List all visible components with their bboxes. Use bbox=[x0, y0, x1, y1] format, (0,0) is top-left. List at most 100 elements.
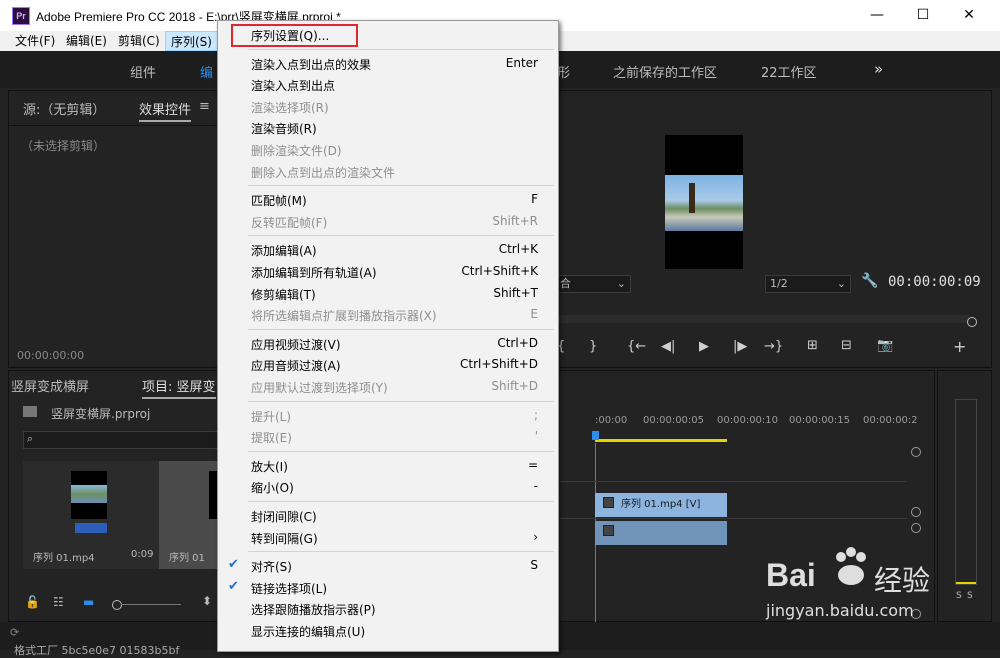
workspace-tab-22[interactable]: 22工作区 bbox=[761, 62, 817, 81]
step-back-button[interactable]: ◀| bbox=[661, 339, 675, 354]
fit-dropdown[interactable]: 合 ⌄ bbox=[557, 275, 631, 293]
camera-icon[interactable]: 📷 bbox=[877, 338, 893, 353]
sequence-menu-item[interactable]: 应用视频过渡(V) Ctrl+D bbox=[218, 333, 558, 354]
zoom-slider-track[interactable] bbox=[121, 604, 181, 605]
wrench-icon[interactable]: 🔧 bbox=[861, 273, 878, 289]
step-forward-button[interactable]: |▶ bbox=[733, 339, 747, 354]
highlight-box bbox=[231, 24, 358, 47]
add-button[interactable]: + bbox=[953, 337, 966, 356]
search-input[interactable]: ⌕ bbox=[23, 431, 221, 449]
menu-clip[interactable]: 剪辑(C) bbox=[113, 31, 165, 51]
tab-effect-controls[interactable]: 效果控件 bbox=[139, 99, 192, 122]
sequence-menu-item[interactable]: 添加编辑(A) Ctrl+K bbox=[218, 239, 558, 260]
menu-item-label: 缩小(O) bbox=[251, 481, 294, 496]
tab-source[interactable]: 源:（无剪辑） bbox=[23, 99, 105, 118]
pagoda-shape bbox=[689, 183, 695, 213]
resolution-label: 1/2 bbox=[770, 277, 788, 290]
sequence-menu-item[interactable]: 转到间隔(G) › bbox=[218, 527, 558, 548]
sequence-menu-item[interactable]: 删除入点到出点的渲染文件 bbox=[218, 161, 558, 182]
solo-button-right[interactable]: S bbox=[967, 591, 973, 601]
menu-item-label: 选择跟随播放指示器(P) bbox=[251, 603, 376, 618]
workspace-tab-assembly[interactable]: 组件 bbox=[130, 62, 156, 81]
clip-preview bbox=[71, 471, 107, 519]
lift-icon[interactable]: ⊞ bbox=[807, 338, 818, 353]
maximize-button[interactable]: ☐ bbox=[900, 0, 946, 31]
ruler-tick: 00:00:00:2 bbox=[863, 415, 918, 426]
tab-left[interactable]: 竖屏变成横屏 bbox=[11, 376, 89, 395]
sequence-menu-item[interactable]: 应用音频过渡(A) Ctrl+Shift+D bbox=[218, 354, 558, 375]
sequence-menu-item[interactable]: 应用默认过渡到选择项(Y) Shift+D bbox=[218, 376, 558, 397]
go-to-out-button[interactable]: →} bbox=[764, 339, 783, 354]
checkmark-icon: ✔ bbox=[228, 578, 239, 594]
menu-item-label: 应用音频过渡(A) bbox=[251, 359, 341, 374]
sequence-menu-item[interactable]: 提取(E) ' bbox=[218, 426, 558, 447]
video-frame bbox=[665, 135, 743, 269]
menu-edit[interactable]: 编辑(E) bbox=[61, 31, 112, 51]
menu-separator bbox=[248, 328, 554, 330]
sequence-menu-item[interactable]: 反转匹配帧(F) Shift+R bbox=[218, 211, 558, 232]
tab-project[interactable]: 项目: 竖屏变 bbox=[142, 376, 216, 399]
resolution-dropdown[interactable]: 1/2 ⌄ bbox=[765, 275, 851, 293]
lock-icon[interactable]: 🔓 bbox=[25, 595, 40, 609]
close-button[interactable]: ✕ bbox=[946, 0, 992, 31]
clip-thumbnail-2[interactable]: 序列 01 bbox=[159, 461, 219, 569]
audio-clip[interactable] bbox=[595, 521, 727, 545]
premiere-logo-icon: Pr bbox=[12, 7, 30, 25]
icon-view-icon[interactable]: ▬ bbox=[83, 595, 94, 609]
fx-badge-icon bbox=[603, 525, 614, 536]
sequence-menu-item[interactable]: 提升(L); bbox=[218, 405, 558, 426]
sequence-menu-item[interactable]: 渲染音频(R) bbox=[218, 117, 558, 138]
playhead-handle[interactable] bbox=[592, 431, 599, 440]
sequence-menu-item[interactable]: 放大(I) = bbox=[218, 455, 558, 476]
menu-item-shortcut: Shift+R bbox=[492, 213, 538, 228]
menu-item-label: 转到间隔(G) bbox=[251, 531, 318, 546]
scroll-handle[interactable] bbox=[911, 447, 921, 457]
menu-item-label: 对齐(S) bbox=[251, 560, 292, 575]
zoom-slider-handle[interactable] bbox=[112, 600, 122, 610]
sort-icon[interactable]: ⬍ bbox=[202, 594, 212, 608]
sequence-menu-item[interactable]: 添加编辑到所有轨道(A) Ctrl+Shift+K bbox=[218, 261, 558, 282]
play-button[interactable]: ▶ bbox=[699, 339, 709, 354]
sequence-menu-item[interactable]: 显示连接的编辑点(U) bbox=[218, 620, 558, 641]
go-to-in-button[interactable]: {← bbox=[627, 339, 646, 354]
watermark-cn: 经验 bbox=[874, 564, 931, 597]
scroll-handle[interactable] bbox=[911, 523, 921, 533]
clip-thumbnail-1[interactable]: 序列 01.mp4 0:09 bbox=[23, 461, 159, 569]
ruler-tick: :00:00 bbox=[595, 415, 628, 426]
clip-duration: 0:09 bbox=[131, 549, 154, 560]
sequence-menu-item[interactable]: 选择跟随播放指示器(P) bbox=[218, 598, 558, 619]
zoom-handle[interactable] bbox=[967, 317, 977, 327]
menu-item-shortcut: ' bbox=[534, 429, 538, 444]
solo-button-left[interactable]: S bbox=[956, 591, 962, 601]
sequence-menu-item[interactable]: 渲染选择项(R) bbox=[218, 96, 558, 117]
sequence-menu-item[interactable]: 将所选编辑点扩展到播放指示器(X) E bbox=[218, 304, 558, 325]
panel-menu-icon[interactable]: ≡ bbox=[199, 99, 210, 114]
ruler-tick: 00:00:00:10 bbox=[717, 415, 779, 426]
menu-item-label: 删除入点到出点的渲染文件 bbox=[251, 165, 396, 180]
sequence-menu-item[interactable]: 修剪编辑(T) Shift+T bbox=[218, 283, 558, 304]
menu-sequence[interactable]: 序列(S) bbox=[165, 31, 218, 51]
extract-icon[interactable]: ⊟ bbox=[841, 338, 852, 353]
sequence-menu-item[interactable]: 渲染入点到出点 bbox=[218, 74, 558, 95]
menu-file[interactable]: 文件(F) bbox=[10, 31, 60, 51]
sequence-menu-item[interactable]: 渲染入点到出点的效果 Enter bbox=[218, 53, 558, 74]
sequence-menu-item[interactable]: 匹配帧(M) F bbox=[218, 189, 558, 210]
workspace-tab-saved[interactable]: 之前保存的工作区 bbox=[613, 62, 717, 81]
sequence-menu-item[interactable]: 缩小(O) - bbox=[218, 476, 558, 497]
work-area-bar[interactable] bbox=[595, 439, 727, 442]
list-view-icon[interactable]: ☷ bbox=[53, 595, 64, 609]
scroll-handle[interactable] bbox=[911, 507, 921, 517]
workspace-more-button[interactable]: » bbox=[874, 60, 883, 78]
minimize-button[interactable]: — bbox=[854, 0, 900, 31]
sequence-menu-item[interactable]: 删除渲染文件(D) bbox=[218, 139, 558, 160]
time-ruler-bar[interactable] bbox=[557, 315, 969, 323]
sequence-menu-item[interactable]: ✔ 对齐(S) S bbox=[218, 555, 558, 576]
mark-out-button[interactable]: } bbox=[589, 339, 597, 354]
workspace-tab-editing[interactable]: 编 bbox=[200, 62, 213, 81]
menu-item-shortcut: Shift+T bbox=[493, 285, 538, 300]
menu-separator bbox=[248, 450, 554, 452]
sequence-menu-item[interactable]: ✔ 链接选择项(L) bbox=[218, 577, 558, 598]
video-clip[interactable]: 序列 01.mp4 [V] bbox=[595, 493, 727, 517]
video-thumbnail bbox=[665, 175, 743, 231]
sequence-menu-item[interactable]: 封闭间隙(C) bbox=[218, 505, 558, 526]
